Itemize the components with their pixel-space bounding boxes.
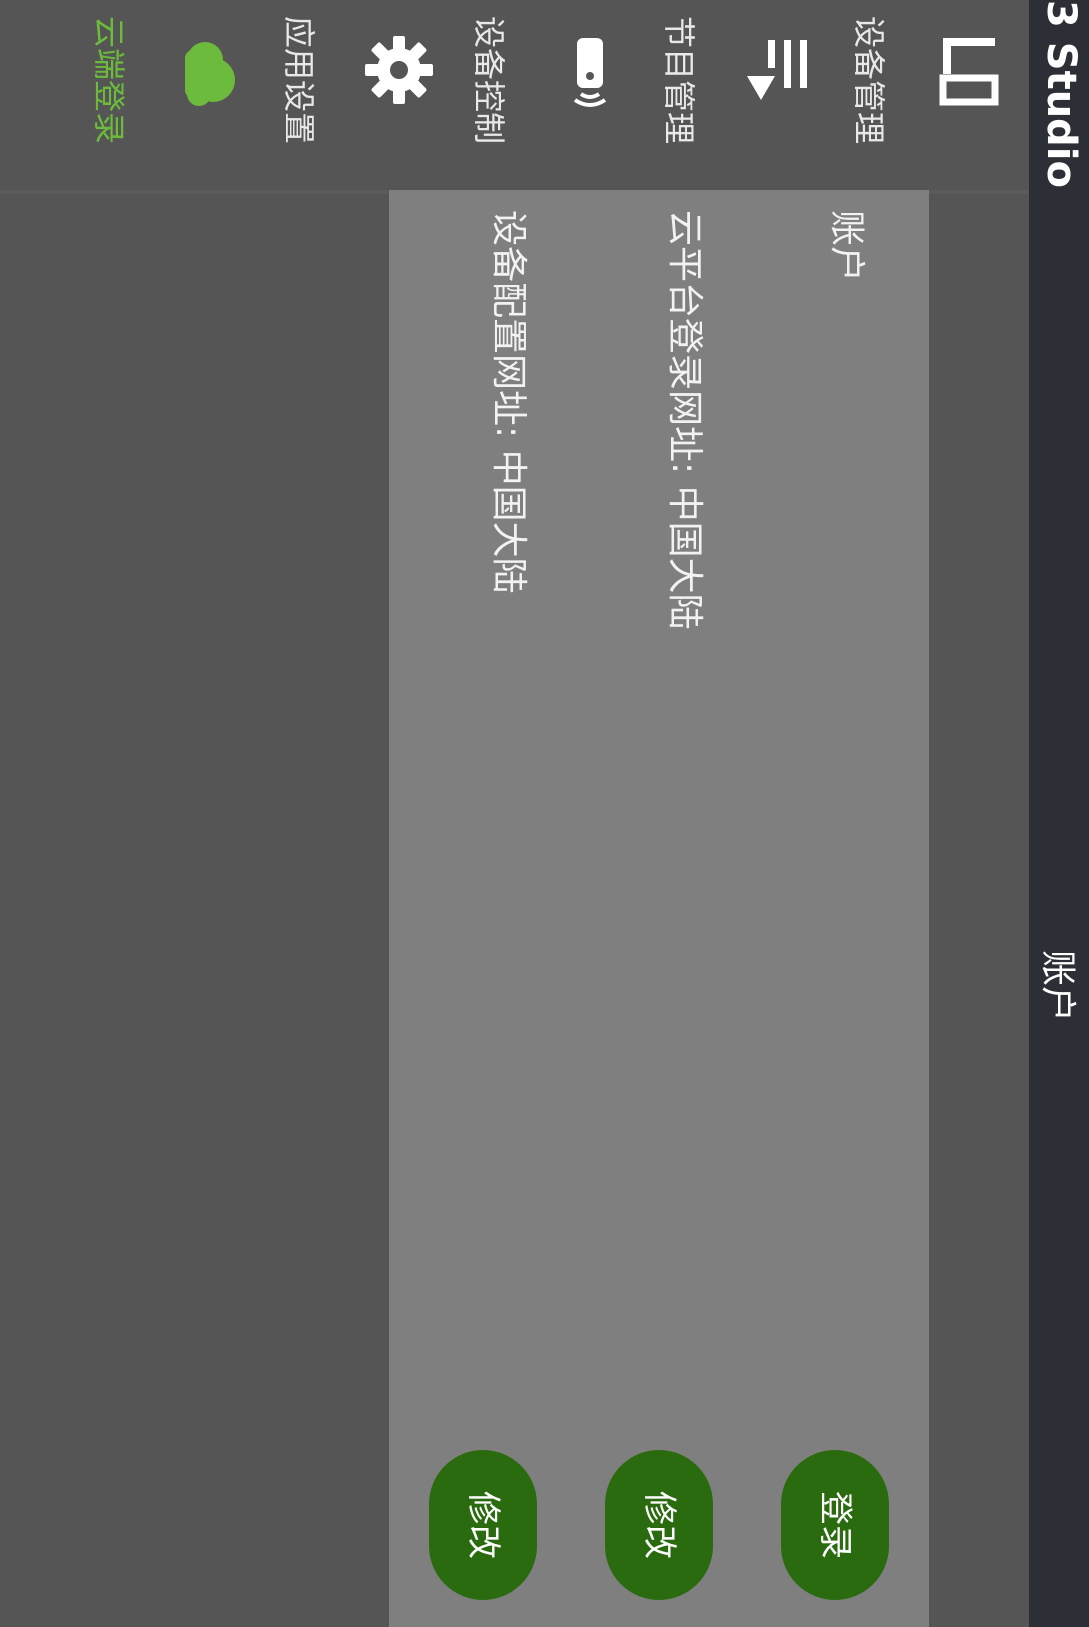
modify-device-url-button[interactable]: 修改 xyxy=(429,1450,537,1600)
device-url-label: 设备配置网址: 中国大陆 xyxy=(488,210,529,594)
sidebar-item-label: 设备控制 xyxy=(470,15,508,144)
sidebar-item-app-settings[interactable]: 应用设置 xyxy=(269,0,459,190)
sidebar-item-label: 节目管理 xyxy=(660,15,698,144)
sidebar-item-label: 设备管理 xyxy=(850,15,888,144)
login-button[interactable]: 登录 xyxy=(781,1450,889,1600)
account-panel: 账户 云平台登录网址: 中国大陆 设备配置网址: 中国大陆 登录 修改 修改 xyxy=(389,190,929,1627)
page-title: 账户 xyxy=(1037,950,1078,1023)
cloud-icon xyxy=(185,42,235,106)
playlist-icon xyxy=(747,40,807,100)
top-bar: 3 Studio 账户 xyxy=(1029,0,1089,1627)
remote-control-icon xyxy=(573,38,607,107)
app-window: 3 Studio 账户 设备管理 节目管理 设备控制 应用设置 云端登录 账户 … xyxy=(0,0,1089,1627)
sidebar: 设备管理 节目管理 设备控制 应用设置 云端登录 xyxy=(0,0,1029,194)
sidebar-item-device-management[interactable]: 设备管理 xyxy=(839,0,1029,190)
sidebar-item-program-management[interactable]: 节目管理 xyxy=(649,0,839,190)
sidebar-item-label: 云端登录 xyxy=(90,15,128,144)
device-management-icon xyxy=(939,38,999,106)
sidebar-item-device-control[interactable]: 设备控制 xyxy=(459,0,649,190)
modify-cloud-url-button[interactable]: 修改 xyxy=(605,1450,713,1600)
cloud-url-label: 云平台登录网址: 中国大陆 xyxy=(664,210,705,630)
app-title: 3 Studio xyxy=(1038,0,1084,188)
sidebar-item-cloud-login[interactable]: 云端登录 xyxy=(79,0,269,190)
account-label: 账户 xyxy=(826,210,867,283)
gear-icon xyxy=(365,36,433,104)
sidebar-item-label: 应用设置 xyxy=(280,15,318,144)
